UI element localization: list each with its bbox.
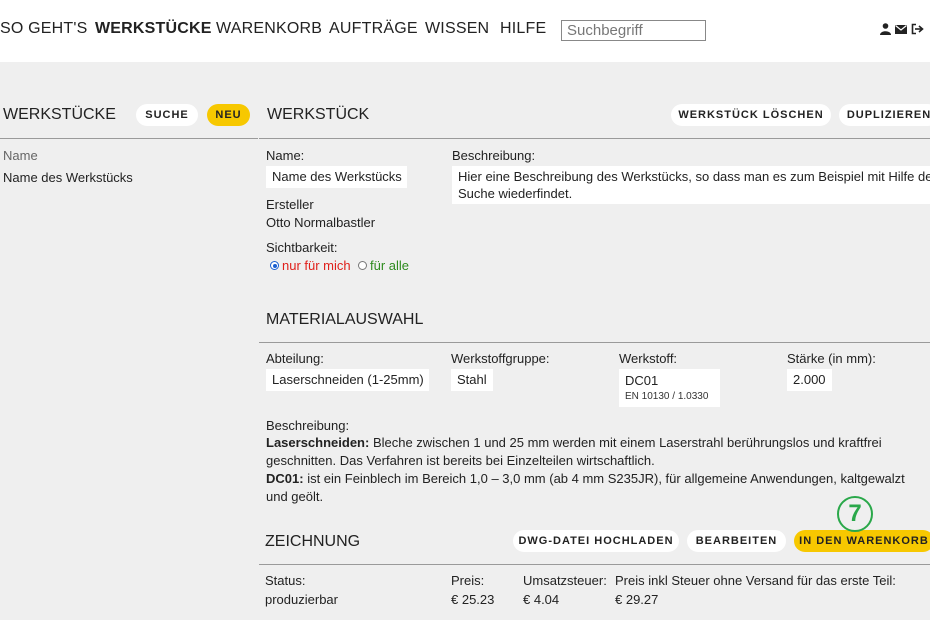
nav-wissen[interactable]: WISSEN — [425, 20, 489, 38]
divider — [259, 564, 930, 565]
nav-warenkorb[interactable]: WARENKORB — [216, 20, 322, 38]
total-price-label: Preis inkl Steuer ohne Versand für das e… — [615, 573, 896, 588]
tax-value: € 4.04 — [523, 592, 560, 607]
department-label: Abteilung: — [266, 351, 324, 366]
werkstueck-title: WERKSTÜCK — [267, 106, 370, 123]
description-line: Suche wiederfindet. — [458, 186, 573, 201]
edit-button[interactable]: BEARBEITEN — [687, 530, 786, 552]
nav-so-gehts[interactable]: SO GEHT'S — [0, 20, 88, 38]
status-label: Status: — [265, 573, 306, 588]
process-description: geschnitten. Das Verfahren ist bereits b… — [266, 453, 655, 468]
creator-value: Otto Normalbastler — [266, 215, 376, 230]
material-description: Laserschneiden: Bleche zwischen 1 und 25… — [266, 434, 930, 506]
process-name: Laserschneiden: — [266, 435, 370, 450]
total-price-value: € 29.27 — [615, 592, 659, 607]
new-button[interactable]: NEU — [207, 104, 250, 126]
divider — [0, 138, 258, 139]
material-value: DC01 — [625, 373, 659, 388]
name-field[interactable]: Name des Werkstücks — [266, 166, 407, 188]
nav-werkstuecke[interactable]: WERKSTÜCKE — [95, 20, 212, 38]
visibility-private-radio[interactable] — [270, 261, 279, 270]
visibility-private-label[interactable]: nur für mich — [282, 258, 351, 273]
logout-icon[interactable] — [911, 23, 924, 35]
mail-icon[interactable] — [895, 23, 907, 35]
creator-label: Ersteller — [266, 197, 314, 212]
visibility-public-radio[interactable] — [358, 261, 367, 270]
material-group-label: Werkstoffgruppe: — [451, 351, 550, 366]
description-field[interactable]: Hier eine Beschreibung des Werkstücks, s… — [452, 166, 930, 204]
price-value: € 25.23 — [451, 592, 495, 607]
material-title: MATERIALAUSWAHL — [266, 311, 424, 328]
visibility-public-label[interactable]: für alle — [370, 258, 409, 273]
nav-hilfe[interactable]: HILFE — [500, 20, 546, 38]
name-label: Name: — [266, 148, 305, 163]
visibility-label: Sichtbarkeit: — [266, 240, 338, 255]
material-label: Werkstoff: — [619, 351, 678, 366]
divider — [259, 342, 930, 343]
add-to-cart-button[interactable]: IN DEN WARENKORB — [794, 530, 930, 552]
user-icon[interactable] — [880, 23, 891, 35]
material-description-text: ist ein Feinblech im Bereich 1,0 – 3,0 m… — [303, 471, 905, 486]
search-button[interactable]: SUCHE — [136, 104, 198, 126]
material-description-text: und geölt. — [266, 489, 324, 504]
material-group-select[interactable]: Stahl — [451, 369, 493, 391]
thickness-select[interactable]: 2.000 — [787, 369, 832, 391]
sidebar-column-label: Name — [3, 148, 38, 163]
step-marker: 7 — [837, 496, 873, 532]
divider — [259, 138, 930, 139]
delete-werkstueck-button[interactable]: WERKSTÜCK LÖSCHEN — [671, 104, 831, 126]
list-item[interactable]: Name des Werkstücks — [3, 170, 133, 185]
process-description: Bleche zwischen 1 und 25 mm werden mit e… — [369, 435, 882, 450]
material-name: DC01: — [266, 471, 304, 486]
department-select[interactable]: Laserschneiden (1-25mm) — [266, 369, 429, 391]
description-label: Beschreibung: — [452, 148, 536, 163]
material-select[interactable]: DC01 EN 10130 / 1.0330 — [619, 369, 720, 407]
material-norm: EN 10130 / 1.0330 — [625, 391, 709, 402]
upload-dwg-button[interactable]: DWG-DATEI HOCHLADEN — [513, 530, 679, 552]
tax-label: Umsatzsteuer: — [523, 573, 607, 588]
price-label: Preis: — [451, 573, 485, 588]
thickness-label: Stärke (in mm): — [787, 351, 876, 366]
sidebar-title: WERKSTÜCKE — [3, 106, 116, 123]
nav-auftraege[interactable]: AUFTRÄGE — [329, 20, 418, 38]
zeichnung-title: ZEICHNUNG — [265, 533, 361, 550]
search-input[interactable] — [561, 20, 706, 41]
material-description-label: Beschreibung: — [266, 418, 350, 433]
description-line: Hier eine Beschreibung des Werkstücks, s… — [458, 169, 930, 184]
status-value: produzierbar — [265, 592, 338, 607]
duplicate-button[interactable]: DUPLIZIEREN — [839, 104, 930, 126]
